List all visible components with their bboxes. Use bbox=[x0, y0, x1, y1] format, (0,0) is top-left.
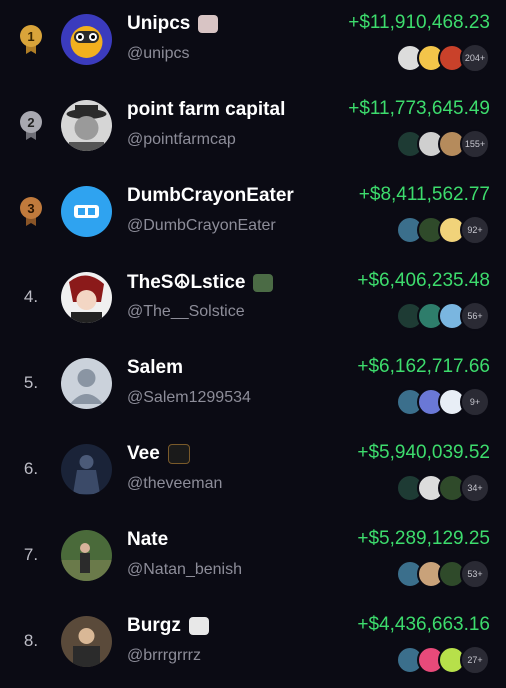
trader-name[interactable]: Salem bbox=[127, 357, 183, 379]
avatar[interactable] bbox=[61, 616, 112, 667]
trader-handle[interactable]: @Salem1299534 bbox=[127, 389, 251, 407]
token-stack[interactable]: 34+ bbox=[396, 473, 490, 503]
pnl-value: +$8,411,562.77 bbox=[358, 184, 490, 205]
rank-number: 5. bbox=[23, 373, 39, 392]
trader-handle[interactable]: @unipcs bbox=[127, 45, 190, 63]
trader-name[interactable]: Nate bbox=[127, 529, 168, 551]
gold-medal-icon: 1 bbox=[20, 25, 42, 54]
leaderboard-row[interactable]: 3 DumbCrayonEater @DumbCrayonEater +$8,4… bbox=[0, 172, 506, 258]
rank-number: 4. bbox=[23, 287, 39, 306]
leaderboard-row[interactable]: 1 Unipcs @unipcs +$11,910,468.23 204+ bbox=[0, 0, 506, 86]
avatar[interactable] bbox=[61, 100, 112, 151]
rank-1: 1 bbox=[16, 24, 46, 54]
bronze-medal-icon: 3 bbox=[20, 197, 42, 226]
pnl-value: +$6,162,717.66 bbox=[357, 356, 490, 377]
rank-number: 7. bbox=[23, 545, 39, 564]
pnl-value: +$11,910,468.23 bbox=[348, 12, 490, 33]
token-stack[interactable]: 204+ bbox=[396, 43, 490, 73]
rank-8: 8. bbox=[16, 626, 46, 656]
rank-5: 5. bbox=[16, 368, 46, 398]
trader-name[interactable]: point farm capital bbox=[127, 99, 285, 121]
leaderboard-row[interactable]: 8. Burgz @brrrgrrrz +$4,436,663.16 27+ bbox=[0, 602, 506, 688]
trader-handle[interactable]: @Natan_benish bbox=[127, 561, 242, 579]
trader-name[interactable]: Vee bbox=[127, 443, 160, 465]
token-count-badge: 27+ bbox=[460, 645, 490, 675]
trader-handle[interactable]: @brrrgrrrz bbox=[127, 647, 201, 665]
pnl-value: +$4,436,663.16 bbox=[357, 614, 490, 635]
trader-handle[interactable]: @theveeman bbox=[127, 475, 222, 493]
profile-badge-icon bbox=[198, 15, 219, 33]
trader-name[interactable]: Unipcs bbox=[127, 13, 190, 35]
rank-6: 6. bbox=[16, 454, 46, 484]
avatar[interactable] bbox=[61, 186, 112, 237]
trader-name[interactable]: TheS☮Lstice bbox=[127, 271, 245, 294]
rank-3: 3 bbox=[16, 196, 46, 226]
rank-7: 7. bbox=[16, 540, 46, 570]
trader-handle[interactable]: @DumbCrayonEater bbox=[127, 217, 276, 235]
pnl-value: +$5,940,039.52 bbox=[357, 442, 490, 463]
token-stack[interactable]: 155+ bbox=[396, 129, 490, 159]
token-count-badge: 155+ bbox=[460, 129, 490, 159]
token-count-badge: 53+ bbox=[460, 559, 490, 589]
silver-medal-icon: 2 bbox=[20, 111, 42, 140]
profile-badge-icon bbox=[188, 617, 209, 635]
token-stack[interactable]: 53+ bbox=[396, 559, 490, 589]
avatar[interactable] bbox=[61, 444, 112, 495]
avatar[interactable] bbox=[61, 14, 112, 65]
trader-handle[interactable]: @pointfarmcap bbox=[127, 131, 236, 149]
token-stack[interactable]: 9+ bbox=[396, 387, 490, 417]
rank-4: 4. bbox=[16, 282, 46, 312]
rank-number: 2 bbox=[27, 115, 34, 130]
token-count-badge: 92+ bbox=[460, 215, 490, 245]
rank-2: 2 bbox=[16, 110, 46, 140]
pnl-value: +$5,289,129.25 bbox=[357, 528, 490, 549]
profile-badge-icon bbox=[167, 444, 190, 464]
pnl-value: +$11,773,645.49 bbox=[348, 98, 490, 119]
token-count-badge: 56+ bbox=[460, 301, 490, 331]
leaderboard-row[interactable]: 5. Salem @Salem1299534 +$6,162,717.66 9+ bbox=[0, 344, 506, 430]
token-stack[interactable]: 27+ bbox=[396, 645, 490, 675]
avatar[interactable] bbox=[61, 358, 112, 409]
leaderboard-row[interactable]: 2 point farm capital @pointfarmcap +$11,… bbox=[0, 86, 506, 172]
trader-name[interactable]: DumbCrayonEater bbox=[127, 185, 294, 207]
rank-number: 6. bbox=[23, 459, 39, 478]
token-stack[interactable]: 56+ bbox=[396, 301, 490, 331]
token-count-badge: 9+ bbox=[460, 387, 490, 417]
pnl-value: +$6,406,235.48 bbox=[357, 270, 490, 291]
token-stack[interactable]: 92+ bbox=[396, 215, 490, 245]
trader-leaderboard: 1 Unipcs @unipcs +$11,910,468.23 204+ 2 bbox=[0, 0, 506, 680]
profile-badge-icon bbox=[253, 273, 274, 292]
trader-handle[interactable]: @The__Solstice bbox=[127, 303, 245, 321]
leaderboard-row[interactable]: 7. Nate @Natan_benish +$5,289,129.25 53+ bbox=[0, 516, 506, 602]
token-count-badge: 204+ bbox=[460, 43, 490, 73]
avatar[interactable] bbox=[61, 530, 112, 581]
rank-number: 1 bbox=[27, 29, 34, 44]
token-count-badge: 34+ bbox=[460, 473, 490, 503]
leaderboard-row[interactable]: 6. Vee @theveeman +$5,940,039.52 34+ bbox=[0, 430, 506, 516]
leaderboard-row[interactable]: 4. TheS☮Lstice @The__Solstice +$6,406,23… bbox=[0, 258, 506, 344]
rank-number: 3 bbox=[27, 201, 34, 216]
avatar[interactable] bbox=[61, 272, 112, 323]
trader-name[interactable]: Burgz bbox=[127, 615, 181, 637]
rank-number: 8. bbox=[23, 631, 39, 650]
